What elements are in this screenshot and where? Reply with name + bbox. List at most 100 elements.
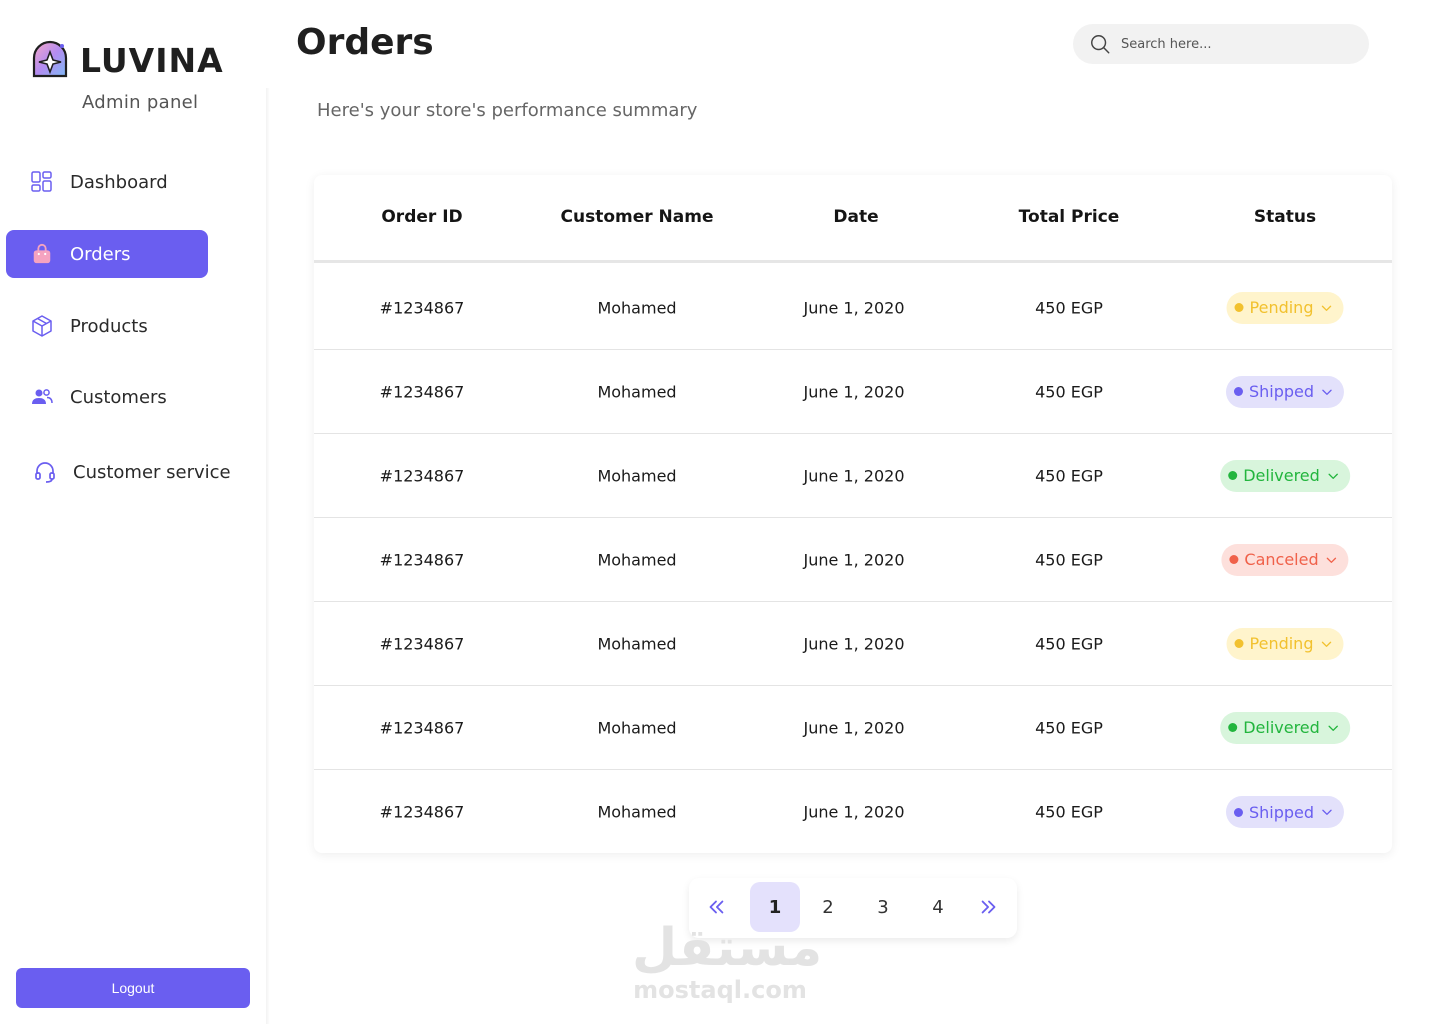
cell-date: June 1, 2020 (803, 298, 905, 317)
cell-date: June 1, 2020 (803, 634, 905, 653)
cell-total-price: 450 EGP (1035, 466, 1103, 485)
cell-customer-name: Mohamed (597, 718, 677, 737)
status-dot (1233, 807, 1243, 817)
sidebar-item-dashboard[interactable]: Dashboard (6, 158, 208, 206)
search-input[interactable] (1121, 36, 1341, 52)
table-row[interactable]: #1234867 Mohamed June 1, 2020 450 EGP Shippe… (314, 770, 1392, 853)
cell-total-price: 450 EGP (1035, 298, 1103, 317)
status-dot (1228, 471, 1238, 480)
table-row[interactable]: #1234867 Mohamed June 1, 2020 450 EGP Delive… (314, 686, 1392, 770)
cell-customer-name: Mohamed (597, 802, 677, 822)
cell-total-price: 450 EGP (1035, 634, 1103, 653)
cell-order-id: #1234867 (379, 466, 465, 485)
cell-date: June 1, 2020 (803, 550, 905, 569)
chevron-down-icon (1326, 557, 1337, 563)
cell-date: June 1, 2020 (803, 382, 905, 401)
cell-order-id: #1234867 (379, 298, 465, 317)
status-badge[interactable]: Pending (1226, 291, 1344, 324)
page-subtitle: Here's your store's performance summary (317, 100, 698, 121)
cell-customer-name: Mohamed (597, 298, 677, 317)
brand-subtitle: Admin panel (82, 92, 199, 113)
sidebar-item-label: Customers (70, 386, 167, 408)
users-icon (30, 385, 54, 409)
search-icon (1091, 35, 1110, 54)
sidebar-item-label: Dashboard (70, 171, 168, 193)
status-label: Shipped (1248, 382, 1315, 401)
double-chevron-left-icon (709, 900, 724, 914)
shopping-bag-icon (30, 242, 54, 266)
page-title: Orders (296, 22, 434, 63)
status-badge[interactable]: Shipped (1225, 375, 1345, 408)
chevron-down-icon (1328, 725, 1338, 731)
chevron-down-icon (1321, 641, 1332, 647)
sidebar-item-label: Products (70, 315, 148, 337)
page-button-3[interactable]: 3 (858, 882, 908, 932)
column-header-total-price[interactable]: Total Price (1019, 207, 1120, 227)
column-header-status[interactable]: Status (1254, 207, 1316, 227)
column-header-customer-name[interactable]: Customer Name (561, 207, 714, 227)
status-dot (1228, 723, 1238, 732)
page-button-4[interactable]: 4 (913, 882, 963, 932)
orders-table: Order ID Customer Name Date Total Price … (314, 175, 1392, 853)
status-dot (1229, 555, 1239, 564)
cell-order-id: #1234867 (379, 550, 465, 569)
double-chevron-right-icon (981, 900, 996, 914)
cell-order-id: #1234867 (379, 718, 465, 737)
status-label: Delivered (1243, 466, 1320, 485)
cell-date: June 1, 2020 (803, 802, 905, 822)
sidebar-item-customers[interactable]: Customers (6, 373, 208, 421)
cell-customer-name: Mohamed (597, 466, 677, 485)
cell-total-price: 450 EGP (1035, 382, 1103, 401)
table-row[interactable]: #1234867 Mohamed June 1, 2020 450 EGP Pendin… (314, 266, 1392, 350)
status-label: Pending (1249, 634, 1314, 653)
grid-icon (30, 170, 54, 194)
logout-button[interactable]: Logout (16, 968, 250, 1008)
sidebar-item-customer-service[interactable]: Customer service (6, 448, 256, 496)
status-label: Delivered (1243, 718, 1320, 737)
status-badge[interactable]: Delivered (1220, 711, 1350, 744)
status-badge[interactable]: Pending (1226, 627, 1344, 660)
watermark-arabic: مستقل (632, 918, 823, 978)
table-row[interactable]: #1234867 Mohamed June 1, 2020 450 EGP Delive… (314, 434, 1392, 518)
cell-customer-name: Mohamed (597, 634, 677, 653)
watermark: مستقل mostaql.com (632, 918, 823, 1004)
status-badge[interactable]: Canceled (1221, 543, 1349, 576)
cell-customer-name: Mohamed (597, 550, 677, 569)
column-header-order-id[interactable]: Order ID (381, 207, 462, 227)
cell-total-price: 450 EGP (1035, 802, 1103, 822)
status-badge[interactable]: Delivered (1220, 459, 1350, 492)
sidebar: LUVINA Admin panel Dashboard Orders Prod… (0, 0, 266, 1024)
sidebar-divider (266, 88, 270, 1024)
cell-order-id: #1234867 (379, 802, 465, 822)
brand-logo[interactable]: LUVINA (30, 40, 224, 80)
chevron-down-icon (1322, 389, 1332, 395)
status-dot (1233, 387, 1243, 396)
sidebar-item-label: Orders (70, 243, 131, 265)
next-page-button[interactable] (964, 882, 1014, 932)
cell-order-id: #1234867 (379, 634, 465, 653)
cell-order-id: #1234867 (379, 382, 465, 401)
status-label: Pending (1249, 298, 1314, 317)
table-row[interactable]: #1234867 Mohamed June 1, 2020 450 EGP Pendin… (314, 602, 1392, 686)
brand-name: LUVINA (80, 40, 224, 80)
table-row[interactable]: #1234867 Mohamed June 1, 2020 450 EGP Shippe… (314, 350, 1392, 434)
search-box[interactable] (1073, 24, 1369, 64)
box-icon (30, 314, 54, 338)
status-label: Shipped (1248, 802, 1315, 822)
sidebar-item-label: Customer service (73, 461, 231, 483)
cell-total-price: 450 EGP (1035, 550, 1103, 569)
cell-date: June 1, 2020 (803, 718, 905, 737)
headset-icon (33, 460, 57, 484)
status-dot (1234, 303, 1244, 312)
sidebar-item-orders[interactable]: Orders (6, 230, 208, 278)
cell-total-price: 450 EGP (1035, 718, 1103, 737)
status-dot (1234, 639, 1244, 648)
sidebar-item-products[interactable]: Products (6, 302, 208, 350)
column-header-date[interactable]: Date (833, 207, 878, 227)
cell-date: June 1, 2020 (803, 466, 905, 485)
status-label: Canceled (1244, 550, 1319, 569)
luvina-logo-icon (32, 40, 68, 78)
chevron-down-icon (1321, 305, 1332, 311)
table-row[interactable]: #1234867 Mohamed June 1, 2020 450 EGP Cancel… (314, 518, 1392, 602)
status-badge[interactable]: Shipped (1225, 796, 1345, 828)
